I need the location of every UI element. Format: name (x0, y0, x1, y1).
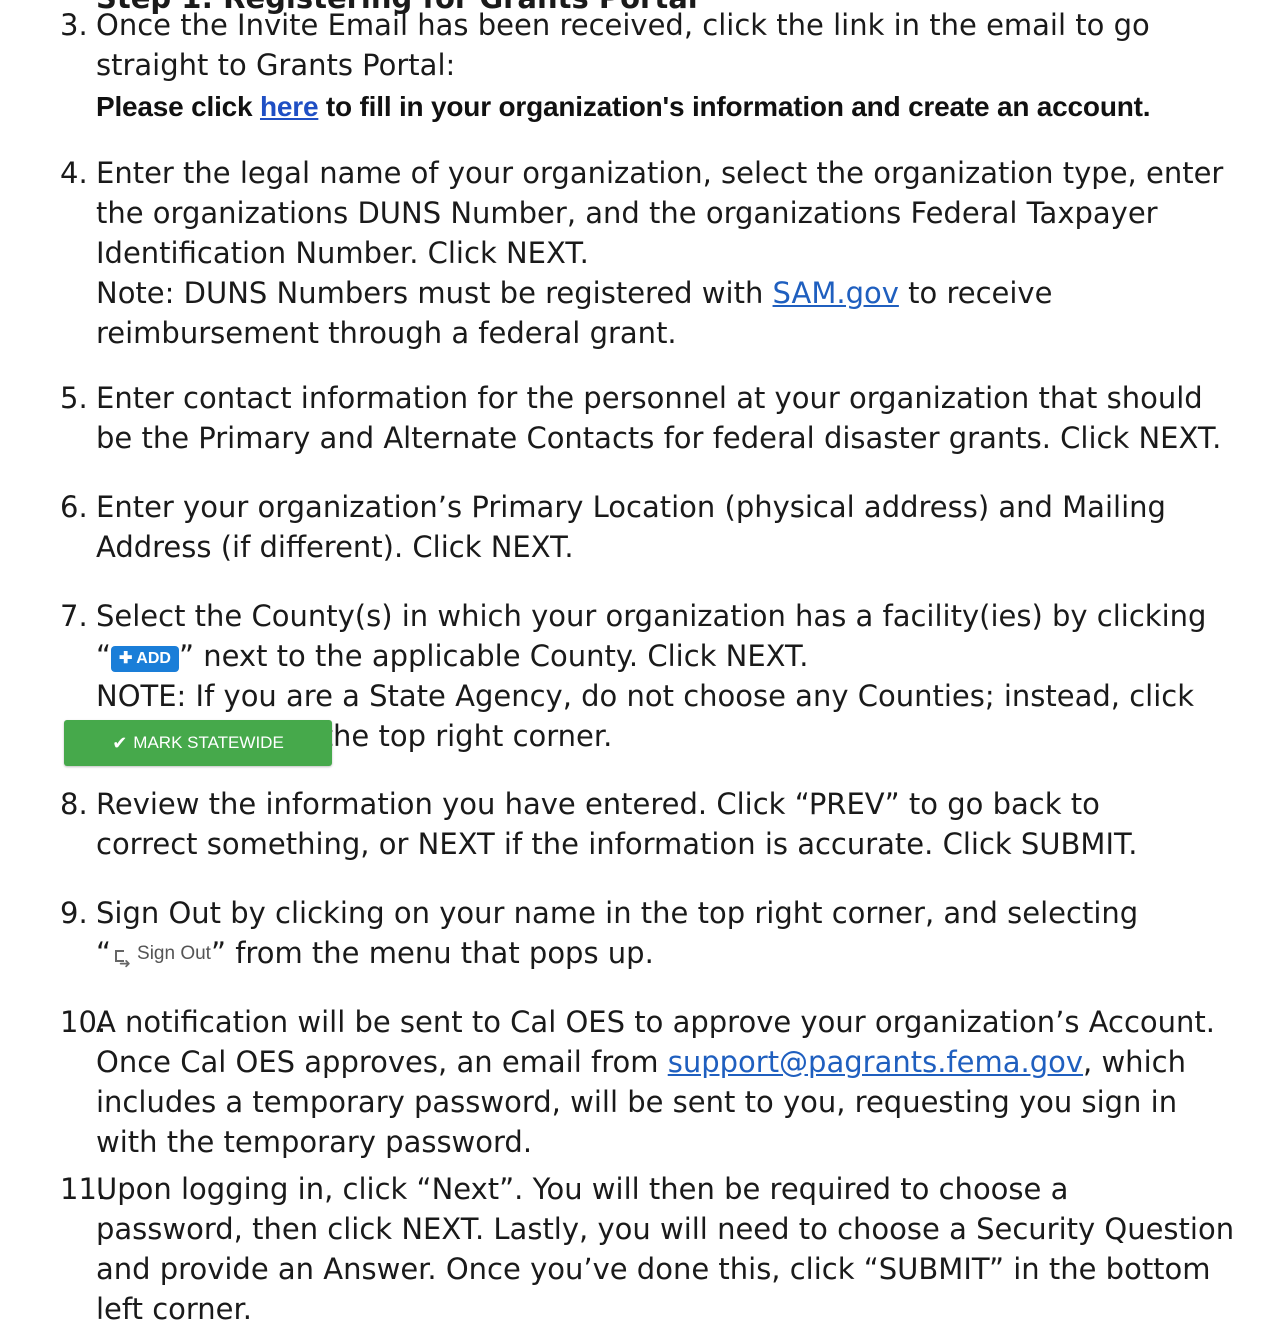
email-snippet: Please click here to fill in your organi… (96, 91, 1151, 122)
step-text-line: the organizations DUNS Number, and the o… (96, 196, 1158, 230)
plus-icon: ✚ (119, 650, 137, 667)
step-number: 4. (60, 156, 88, 190)
step-text-line: Sign Out by clicking on your name in the… (96, 896, 1139, 930)
step-text-line: includes a temporary password, will be s… (96, 1085, 1178, 1119)
step-number: 7. (60, 599, 88, 633)
support-email-link[interactable]: support@pagrants.fema.gov (668, 1045, 1083, 1079)
step-text-line: Upon logging in, click “Next”. You will … (96, 1172, 1069, 1206)
step-text-line: Enter your organization’s Primary Locati… (96, 490, 1166, 524)
step-text-line: Once Cal OES approves, an email from sup… (96, 1045, 1186, 1079)
document-page: Step 1: Registering for Grants Portal 3.… (0, 0, 1271, 1342)
step-text-line: “✚ ADD” next to the applicable County. C… (96, 639, 809, 673)
sign-out-icon (115, 943, 131, 983)
step-text-line: left corner. (96, 1292, 252, 1326)
step-text-line: straight to Grants Portal: (96, 48, 456, 82)
note-line: reimbursement through a federal grant. (96, 316, 677, 350)
step-text-line: Enter the legal name of your organizatio… (96, 156, 1224, 190)
sign-out-menu-item[interactable]: Sign Out (111, 934, 211, 983)
mark-statewide-button[interactable]: ✔ MARK STATEWIDE (64, 720, 332, 766)
note-line: Note: DUNS Numbers must be registered wi… (96, 276, 1053, 310)
step-text-line: and provide an Answer. Once you’ve done … (96, 1252, 1211, 1286)
step-number: 6. (60, 490, 88, 524)
step-number: 8. (60, 787, 88, 821)
here-link[interactable]: here (260, 91, 319, 122)
step-text-line: Identification Number. Click NEXT. (96, 236, 589, 270)
step-text-line: with the temporary password. (96, 1125, 533, 1159)
step-text-line: Once the Invite Email has been received,… (96, 8, 1150, 42)
add-button[interactable]: ✚ ADD (111, 646, 179, 672)
step-text-line: Review the information you have entered.… (96, 787, 1100, 821)
step-text-line: NOTE: If you are a State Agency, do not … (96, 679, 1195, 713)
step-number: 9. (60, 896, 88, 930)
step-number: 3. (60, 8, 88, 42)
step-text-line: Address (if different). Click NEXT. (96, 530, 574, 564)
step-text-line: “Sign Out” from the menu that pops up. (96, 933, 1256, 983)
step-text-line: Enter contact information for the person… (96, 381, 1203, 415)
checkmark-icon: ✔ (112, 732, 128, 753)
step-text-line: be the Primary and Alternate Contacts fo… (96, 421, 1222, 455)
sam-gov-link[interactable]: SAM.gov (773, 276, 899, 310)
step-text-line: A notification will be sent to Cal OES t… (96, 1005, 1216, 1039)
step-text-line: Select the County(s) in which your organ… (96, 599, 1207, 633)
step-text-line: correct something, or NEXT if the inform… (96, 827, 1138, 861)
step-number: 5. (60, 381, 88, 415)
step-text-line: password, then click NEXT. Lastly, you w… (96, 1212, 1235, 1246)
